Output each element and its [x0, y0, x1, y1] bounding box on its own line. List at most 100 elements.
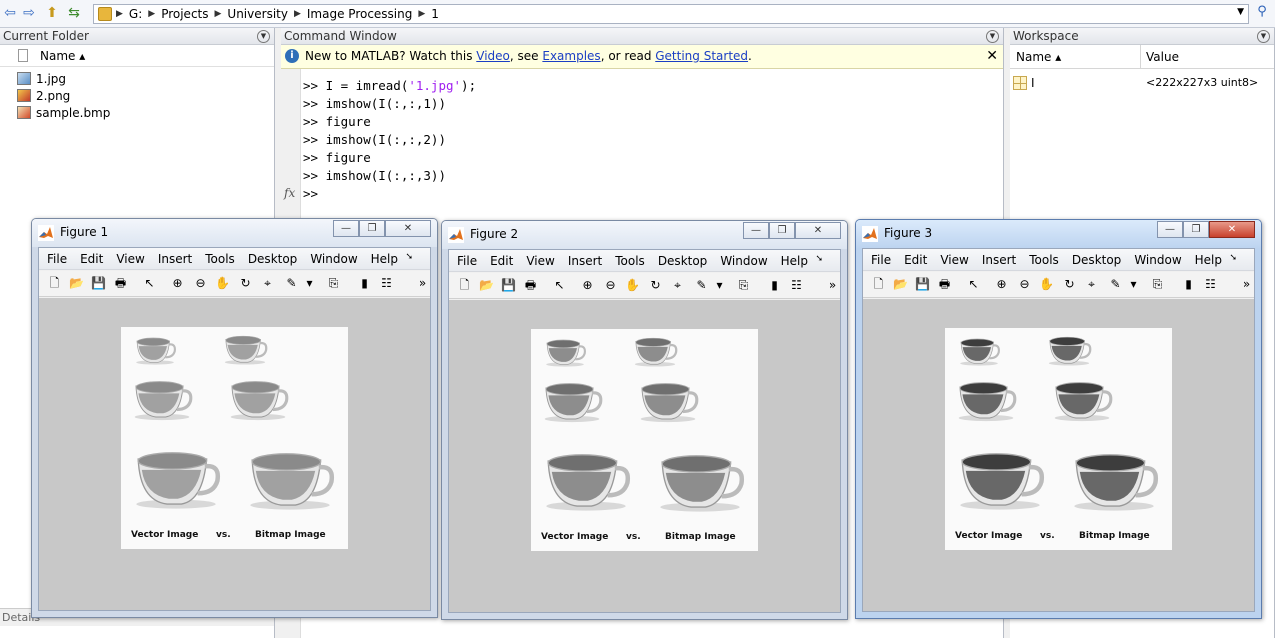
- toolbar-overflow-icon[interactable]: »: [415, 276, 430, 291]
- legend-icon[interactable]: ☷: [379, 276, 394, 291]
- menu-file[interactable]: File: [47, 252, 67, 266]
- menu-tools[interactable]: Tools: [615, 254, 645, 268]
- figure-canvas[interactable]: Vector Image vs. Bitmap Image: [863, 299, 1254, 611]
- maximize-button[interactable]: ❐: [359, 220, 385, 237]
- edit-plot-icon[interactable]: ↖: [142, 276, 157, 291]
- maximize-button[interactable]: ❐: [1183, 221, 1209, 238]
- forward-arrow-icon[interactable]: ⇨: [21, 5, 37, 21]
- menu-tools[interactable]: Tools: [205, 252, 235, 266]
- menubar-overflow-icon[interactable]: ➘: [815, 254, 823, 264]
- menu-desktop[interactable]: Desktop: [658, 254, 708, 268]
- close-button[interactable]: ✕: [795, 222, 841, 239]
- close-icon[interactable]: ✕: [986, 45, 998, 68]
- maximize-button[interactable]: ❐: [769, 222, 795, 239]
- menu-help[interactable]: Help: [1195, 253, 1222, 267]
- open-file-icon[interactable]: 📂: [479, 278, 494, 293]
- name-column-header[interactable]: Name ▴: [1016, 50, 1061, 64]
- figure-title-bar[interactable]: Figure 3 — ❐ ✕: [856, 220, 1261, 248]
- minimize-button[interactable]: —: [333, 220, 359, 237]
- menu-desktop[interactable]: Desktop: [248, 252, 298, 266]
- colorbar-icon[interactable]: ▮: [357, 276, 372, 291]
- menu-edit[interactable]: Edit: [80, 252, 103, 266]
- menu-view[interactable]: View: [116, 252, 144, 266]
- save-icon[interactable]: 💾: [501, 278, 516, 293]
- colorbar-icon[interactable]: ▮: [1181, 277, 1196, 292]
- search-icon[interactable]: ⚲: [1253, 4, 1271, 24]
- brush-icon[interactable]: ✎: [694, 278, 709, 293]
- name-column-header[interactable]: Name ▴: [40, 49, 85, 63]
- pan-icon[interactable]: ✋: [625, 278, 640, 293]
- new-figure-icon[interactable]: 🗋: [457, 278, 472, 293]
- path-segment-projects[interactable]: Projects: [161, 7, 208, 21]
- legend-icon[interactable]: ☷: [1203, 277, 1218, 292]
- menu-view[interactable]: View: [940, 253, 968, 267]
- save-icon[interactable]: 💾: [915, 277, 930, 292]
- file-item-2png[interactable]: 2.png: [17, 87, 70, 104]
- pan-icon[interactable]: ✋: [215, 276, 230, 291]
- menu-desktop[interactable]: Desktop: [1072, 253, 1122, 267]
- minimize-button[interactable]: —: [1157, 221, 1183, 238]
- close-button[interactable]: ✕: [1209, 221, 1255, 238]
- panel-menu-icon[interactable]: ▼: [986, 30, 999, 43]
- up-folder-icon[interactable]: ⬆: [44, 5, 60, 21]
- menu-window[interactable]: Window: [310, 252, 357, 266]
- file-list-header[interactable]: Name ▴: [0, 45, 274, 67]
- workspace-variable-row[interactable]: I <222x227x3 uint8>: [1010, 74, 1274, 92]
- menubar-overflow-icon[interactable]: ➘: [405, 252, 413, 262]
- zoom-out-icon[interactable]: ⊖: [193, 276, 208, 291]
- figure-canvas[interactable]: Vector Image vs. Bitmap Image: [39, 298, 430, 610]
- figure-window-1[interactable]: Figure 1 — ❐ ✕ File Edit View Insert Tools Deskto…: [31, 218, 438, 618]
- panel-menu-icon[interactable]: ▼: [257, 30, 270, 43]
- path-segment-university[interactable]: University: [227, 7, 288, 21]
- colorbar-icon[interactable]: ▮: [767, 278, 782, 293]
- figure-title-bar[interactable]: Figure 2 — ❐ ✕: [442, 221, 847, 249]
- brush-icon[interactable]: ✎: [284, 276, 299, 291]
- toolbar-overflow-icon[interactable]: »: [1239, 277, 1254, 292]
- zoom-out-icon[interactable]: ⊖: [603, 278, 618, 293]
- rotate-3d-icon[interactable]: ↻: [238, 276, 253, 291]
- menubar-overflow-icon[interactable]: ➘: [1229, 253, 1237, 263]
- path-segment-1[interactable]: 1: [431, 7, 439, 21]
- link-plot-icon[interactable]: ⎘: [326, 276, 341, 291]
- path-segment-image-processing[interactable]: Image Processing: [307, 7, 412, 21]
- link-plot-icon[interactable]: ⎘: [736, 278, 751, 293]
- figure-title-bar[interactable]: Figure 1 — ❐ ✕: [32, 219, 437, 247]
- zoom-out-icon[interactable]: ⊖: [1017, 277, 1032, 292]
- address-path-field[interactable]: ▶ G: ▶ Projects ▶ University ▶ Image Pro…: [93, 4, 1249, 24]
- data-cursor-icon[interactable]: ⌖: [1084, 277, 1099, 292]
- examples-link[interactable]: Examples: [542, 49, 600, 63]
- file-item-1jpg[interactable]: 1.jpg: [17, 70, 66, 87]
- figure-window-3[interactable]: Figure 3 — ❐ ✕ File Edit View Insert Tools Deskto…: [855, 219, 1262, 619]
- menu-window[interactable]: Window: [1134, 253, 1181, 267]
- column-divider[interactable]: [1140, 45, 1141, 69]
- save-icon[interactable]: 💾: [91, 276, 106, 291]
- menu-file[interactable]: File: [457, 254, 477, 268]
- menu-view[interactable]: View: [526, 254, 554, 268]
- command-history[interactable]: >> I = imread('1.jpg'); >> imshow(I(:,:,…: [303, 77, 476, 203]
- new-figure-icon[interactable]: 🗋: [47, 276, 62, 291]
- menu-tools[interactable]: Tools: [1029, 253, 1059, 267]
- print-icon[interactable]: 🖶: [523, 278, 538, 293]
- path-segment-drive[interactable]: G:: [129, 7, 142, 21]
- back-arrow-icon[interactable]: ⇦: [2, 5, 18, 21]
- menu-insert[interactable]: Insert: [158, 252, 192, 266]
- open-file-icon[interactable]: 📂: [69, 276, 84, 291]
- pan-icon[interactable]: ✋: [1039, 277, 1054, 292]
- getting-started-link[interactable]: Getting Started: [655, 49, 748, 63]
- panel-menu-icon[interactable]: ▼: [1257, 30, 1270, 43]
- zoom-in-icon[interactable]: ⊕: [170, 276, 185, 291]
- fx-icon[interactable]: fx: [284, 186, 295, 200]
- brush-icon[interactable]: ✎: [1108, 277, 1123, 292]
- link-plot-icon[interactable]: ⎘: [1150, 277, 1165, 292]
- menu-insert[interactable]: Insert: [982, 253, 1016, 267]
- zoom-in-icon[interactable]: ⊕: [580, 278, 595, 293]
- edit-plot-icon[interactable]: ↖: [552, 278, 567, 293]
- print-icon[interactable]: 🖶: [937, 277, 952, 292]
- rotate-3d-icon[interactable]: ↻: [648, 278, 663, 293]
- new-figure-icon[interactable]: 🗋: [871, 277, 886, 292]
- file-item-samplebmp[interactable]: sample.bmp: [17, 104, 110, 121]
- open-file-icon[interactable]: 📂: [893, 277, 908, 292]
- chevron-down-icon[interactable]: ▼: [1237, 7, 1244, 17]
- value-column-header[interactable]: Value: [1146, 50, 1179, 64]
- data-cursor-icon[interactable]: ⌖: [670, 278, 685, 293]
